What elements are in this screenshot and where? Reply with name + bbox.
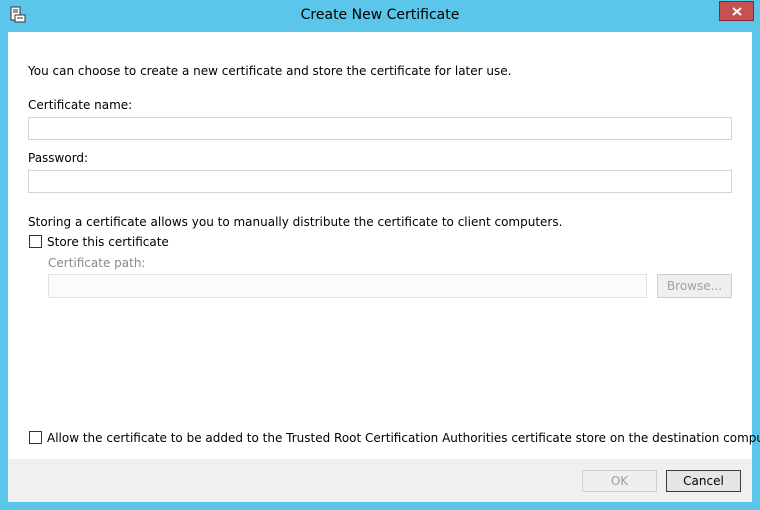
title-bar[interactable]: Create New Certificate: [0, 0, 760, 32]
store-description: Storing a certificate allows you to manu…: [28, 215, 563, 229]
close-icon: [732, 7, 742, 16]
intro-text: You can choose to create a new certifica…: [28, 64, 512, 78]
trusted-root-checkbox[interactable]: [29, 431, 42, 444]
certificate-name-label: Certificate name:: [28, 98, 133, 112]
password-label: Password:: [28, 151, 89, 165]
store-certificate-label[interactable]: Store this certificate: [47, 235, 169, 249]
close-button[interactable]: [719, 1, 754, 21]
create-certificate-dialog: Create New Certificate You can choose to…: [0, 0, 760, 510]
cancel-button[interactable]: Cancel: [666, 470, 741, 492]
browse-button[interactable]: Browse...: [657, 274, 732, 298]
password-input[interactable]: [28, 170, 732, 193]
trusted-root-label[interactable]: Allow the certificate to be added to the…: [47, 431, 760, 445]
store-certificate-checkbox[interactable]: [29, 235, 42, 248]
dialog-footer: OK Cancel: [8, 459, 752, 502]
dialog-body: You can choose to create a new certifica…: [8, 32, 760, 502]
window-title: Create New Certificate: [300, 7, 460, 23]
certificate-path-label: Certificate path:: [48, 256, 146, 270]
ok-button[interactable]: OK: [582, 470, 657, 492]
certificate-name-input[interactable]: [28, 117, 732, 140]
certificate-path-input[interactable]: [48, 274, 647, 298]
